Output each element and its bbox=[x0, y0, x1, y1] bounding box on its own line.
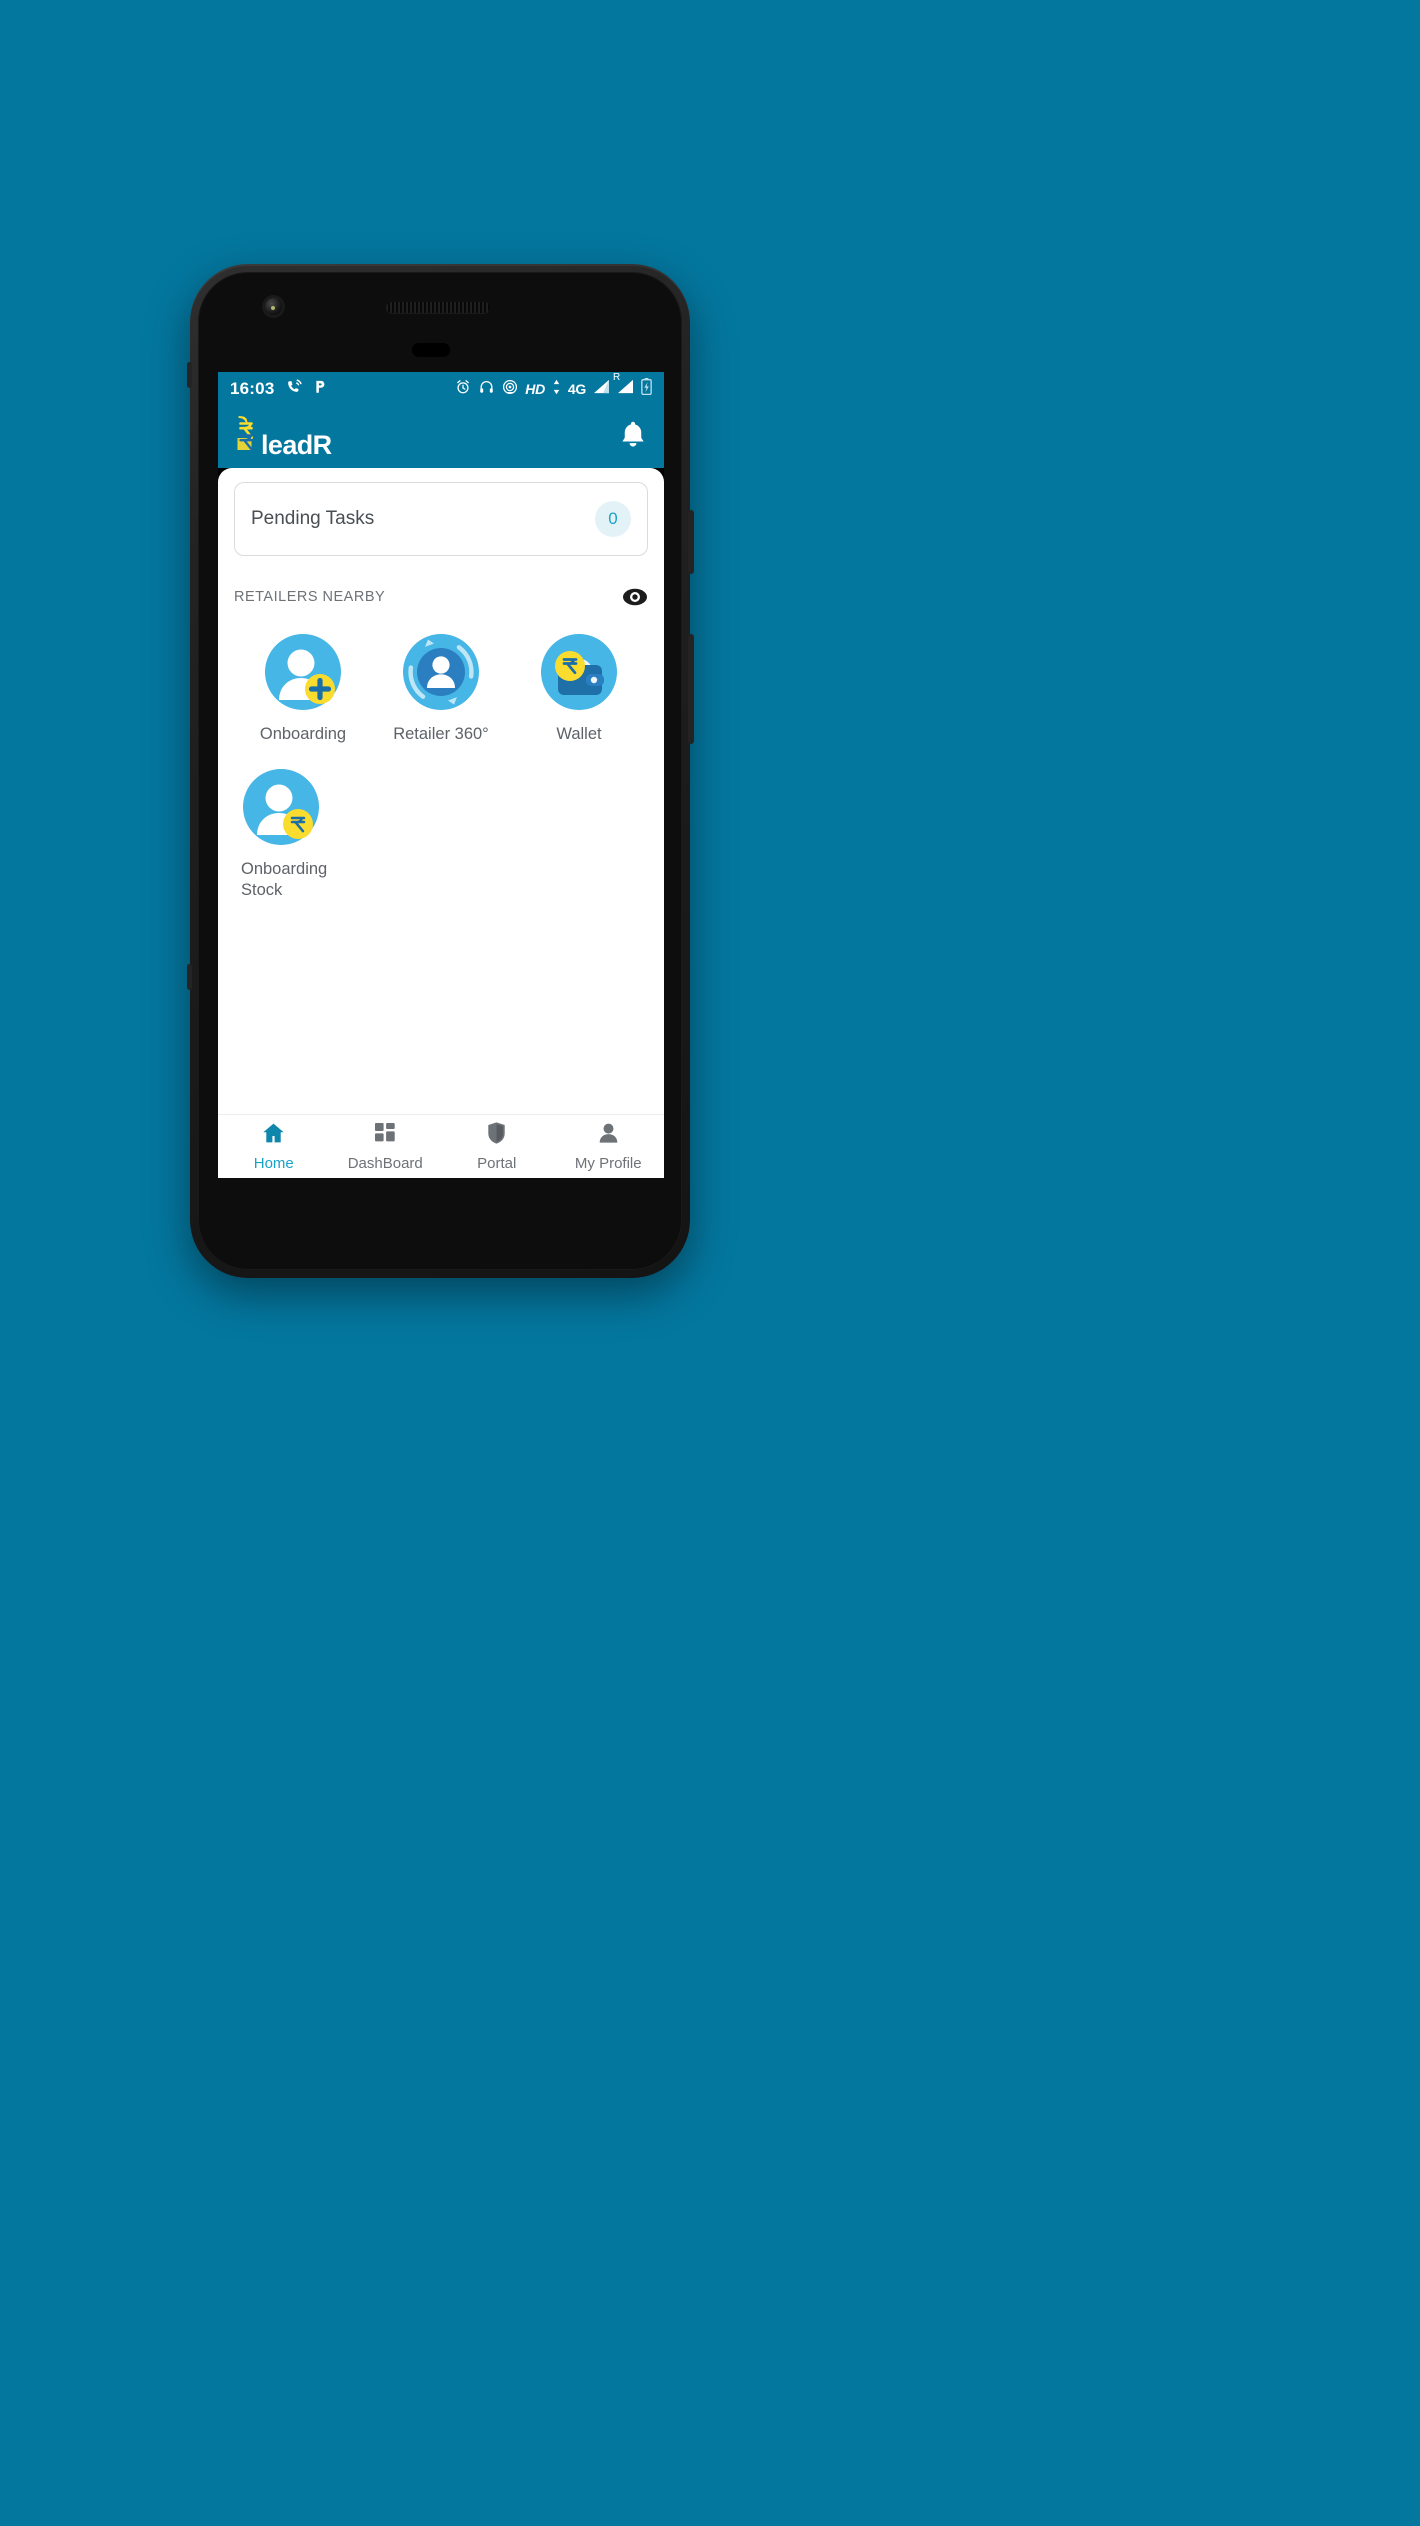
nav-label: My Profile bbox=[574, 1155, 642, 1172]
hd-icon: HD bbox=[525, 381, 545, 397]
phone-device: 16:03 HD 4G R leadR Pending Tasks 0 RETA… bbox=[187, 264, 694, 1278]
status-bar: 16:03 HD 4G R bbox=[218, 372, 664, 406]
pending-tasks-label: Pending Tasks bbox=[251, 508, 375, 529]
shortcut-label: Wallet bbox=[556, 725, 602, 743]
status-left-icon-group bbox=[286, 378, 327, 400]
nav-item-portal[interactable]: Portal bbox=[441, 1115, 553, 1178]
sim-tray-button[interactable] bbox=[187, 362, 192, 388]
data-arrows-icon bbox=[552, 379, 561, 400]
hotspot-icon bbox=[502, 379, 518, 400]
nav-item-home[interactable]: Home bbox=[218, 1115, 330, 1178]
pending-tasks-card[interactable]: Pending Tasks 0 bbox=[234, 482, 648, 556]
nav-item-dashboard[interactable]: DashBoard bbox=[330, 1115, 442, 1178]
shortcut-tile-onboarding-stock[interactable]: Onboarding Stock bbox=[234, 767, 372, 901]
grid-icon bbox=[373, 1121, 398, 1150]
person-rupee-icon bbox=[241, 767, 321, 847]
nav-label: Portal bbox=[477, 1155, 517, 1172]
signal-bars-roaming-icon: R bbox=[613, 372, 634, 399]
battery-charging-icon bbox=[641, 378, 652, 400]
nav-item-my-profile[interactable]: My Profile bbox=[553, 1115, 665, 1178]
shortcut-tile-wallet[interactable]: Wallet bbox=[510, 632, 648, 745]
sim-tray-button-secondary[interactable] bbox=[187, 964, 192, 990]
bottom-nav: Home DashBoard Portal My Profile bbox=[218, 1114, 664, 1178]
volume-button[interactable] bbox=[688, 634, 694, 744]
signal-bars-icon bbox=[593, 379, 610, 399]
network-type-label: 4G bbox=[567, 381, 586, 397]
shield-icon bbox=[486, 1121, 507, 1150]
status-clock: 16:03 bbox=[230, 379, 275, 398]
parking-p-icon bbox=[312, 378, 327, 400]
wallet-rupee-icon bbox=[539, 632, 619, 712]
shortcut-label: Onboarding Stock bbox=[241, 860, 328, 900]
alarm-clock-icon bbox=[455, 379, 471, 400]
home-icon bbox=[261, 1121, 286, 1150]
person-add-icon bbox=[263, 632, 343, 712]
person-refresh-icon bbox=[401, 632, 481, 712]
app-title: leadR bbox=[261, 429, 332, 460]
app-bar: leadR bbox=[218, 406, 664, 468]
headphones-icon bbox=[478, 379, 495, 400]
roaming-label: R bbox=[613, 372, 621, 383]
shortcut-grid: Onboarding Retailer 360° Wallet Onboardi… bbox=[234, 632, 648, 901]
bell-icon[interactable] bbox=[618, 419, 648, 456]
nav-label: Home bbox=[253, 1155, 294, 1172]
content-sheet: Pending Tasks 0 RETAILERS NEARBY Onboard… bbox=[218, 468, 664, 1178]
phone-screen: 16:03 HD 4G R leadR Pending Tasks 0 RETA… bbox=[218, 372, 664, 1178]
eye-icon[interactable] bbox=[622, 587, 648, 607]
shortcut-label: Onboarding bbox=[259, 725, 347, 743]
app-logo: leadR bbox=[234, 415, 332, 460]
front-camera-icon bbox=[265, 298, 282, 315]
shortcut-label: Retailer 360° bbox=[393, 725, 489, 743]
missed-call-icon bbox=[286, 378, 303, 400]
status-right-icon-group: HD 4G R bbox=[455, 372, 652, 400]
earpiece-speaker bbox=[386, 302, 490, 313]
shortcut-tile-retailer-360[interactable]: Retailer 360° bbox=[372, 632, 510, 745]
power-button[interactable] bbox=[688, 510, 694, 574]
scroll-area: Pending Tasks 0 RETAILERS NEARBY Onboard… bbox=[218, 468, 664, 1114]
retailers-section-title: RETAILERS NEARBY bbox=[234, 589, 386, 605]
retailers-section-header: RETAILERS NEARBY bbox=[234, 584, 648, 610]
shortcut-tile-onboarding[interactable]: Onboarding bbox=[234, 632, 372, 745]
person-icon bbox=[597, 1121, 620, 1150]
proximity-sensor bbox=[412, 343, 450, 357]
pending-tasks-count-badge: 0 bbox=[595, 501, 631, 537]
rupee-signal-logo-icon bbox=[234, 415, 258, 459]
nav-label: DashBoard bbox=[347, 1155, 423, 1172]
